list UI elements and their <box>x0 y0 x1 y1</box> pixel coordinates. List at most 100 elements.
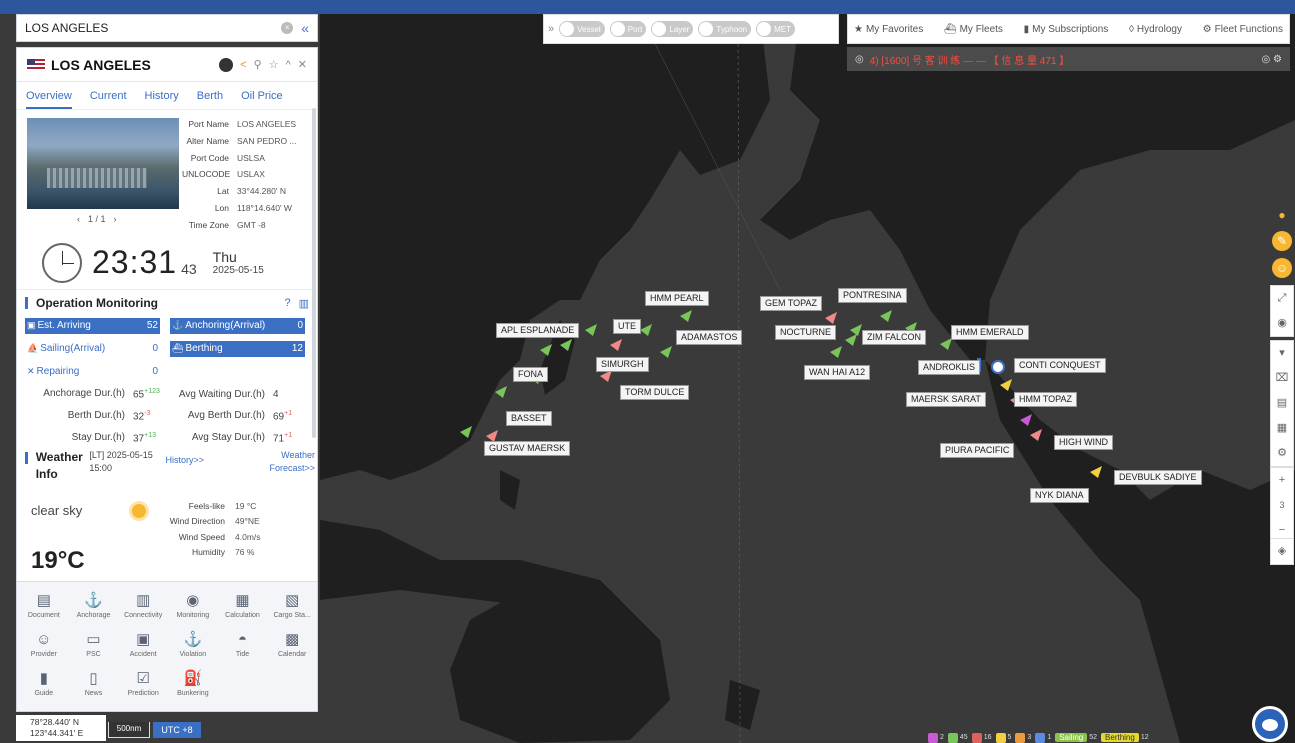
vessel-label[interactable]: ANDROKLIS <box>918 360 981 375</box>
toggle-vessel[interactable]: Vessel <box>559 21 605 37</box>
collapse-panel-icon[interactable]: « <box>301 20 309 36</box>
expand-icon[interactable]: » <box>548 23 554 35</box>
measure-icon[interactable]: ⌧ <box>1276 366 1289 391</box>
tool-monitoring[interactable]: ◉ Monitoring <box>168 586 218 625</box>
toggle-typhoon[interactable]: Typhoon <box>698 21 752 37</box>
utc-button[interactable]: UTC +8 <box>153 722 201 738</box>
vessel-label[interactable]: NYK DIANA <box>1030 488 1089 503</box>
vessel-label[interactable]: HMM PEARL <box>645 291 709 306</box>
vessel-label[interactable]: FONA <box>513 367 549 382</box>
vessel-label[interactable]: GUSTAV MAERSK <box>484 441 571 456</box>
vessel-label[interactable]: APL ESPLANADE <box>496 323 580 338</box>
tool-news[interactable]: ▯ News <box>69 664 119 703</box>
tool-calendar[interactable]: ▩ Calendar <box>267 625 317 664</box>
tool-accident[interactable]: ▣ Accident <box>118 625 168 664</box>
legend-count[interactable]: 45 <box>947 732 968 743</box>
vessel-label[interactable]: SIMURGH <box>596 357 649 372</box>
op-anchoring-arrival[interactable]: ⚓ Anchoring(Arrival) 0 <box>170 317 305 334</box>
toggle-met[interactable]: MET <box>756 21 795 37</box>
notice-controls-icon[interactable]: ◎ ⚙ <box>1262 54 1282 65</box>
vessel-label[interactable]: PIURA PACIFIC <box>940 443 1015 458</box>
zoom-in-button[interactable]: + <box>1279 468 1285 493</box>
nav-my-subscriptions[interactable]: ▮ My Subscriptions <box>1024 24 1109 35</box>
vessel-label[interactable]: HIGH WIND <box>1054 435 1113 450</box>
prev-photo-icon[interactable]: ‹ <box>77 214 80 224</box>
lightbulb-icon[interactable]: ● <box>1272 205 1292 225</box>
vessel-label[interactable]: CONTI CONQUEST <box>1014 358 1106 373</box>
vessel-label[interactable]: WAN HAI A12 <box>804 365 871 380</box>
tool-tide[interactable]: ◓ Tide <box>218 625 268 664</box>
chat-icon[interactable]: ✎ <box>1272 231 1292 251</box>
nav-my-favorites[interactable]: ★ My Favorites <box>854 24 923 35</box>
notice-bar[interactable]: ◎ 4) [1600] 号 客 训 练 — — 【 信 息 量 471 】 ◎ … <box>847 47 1290 71</box>
nav-hydrology[interactable]: ◊ Hydrology <box>1129 24 1182 35</box>
vessel-label[interactable]: TORM DULCE <box>620 385 690 400</box>
vessel-label[interactable]: ZIM FALCON <box>862 330 927 345</box>
tab-overview[interactable]: Overview <box>26 90 72 109</box>
table-icon[interactable]: ▦ <box>1277 416 1287 441</box>
vessel-label[interactable]: HMM TOPAZ <box>1014 392 1078 407</box>
toggle-port[interactable]: Port <box>609 21 647 37</box>
vessel-label[interactable]: GEM TOPAZ <box>760 296 823 311</box>
search-bar[interactable]: LOS ANGELES × « <box>16 14 318 42</box>
nav-my-fleets[interactable]: ⛴ My Fleets <box>944 24 1003 35</box>
tool-psc[interactable]: ▭ PSC <box>69 625 119 664</box>
port-marker-los-angeles[interactable] <box>991 360 1005 374</box>
port-photo[interactable] <box>27 118 179 209</box>
weather-forecast-link[interactable]: Weather Forecast>> <box>242 449 315 475</box>
vessel-label[interactable]: HMM EMERALD <box>951 325 1029 340</box>
legend-count[interactable]: 5 <box>995 732 1011 743</box>
tool-calculation[interactable]: ▦ Calculation <box>218 586 268 625</box>
op-repairing[interactable]: ✕ Repairing 0 <box>25 364 160 380</box>
tab-oil-price[interactable]: Oil Price <box>241 90 283 109</box>
panel-scrollbar[interactable] <box>312 108 316 438</box>
layers-icon[interactable]: ▤ <box>1277 391 1287 416</box>
ruler-icon[interactable]: ▾ <box>1279 341 1285 366</box>
service-icon[interactable]: ☺ <box>1272 258 1292 278</box>
assistant-avatar[interactable] <box>1252 706 1288 742</box>
legend-count[interactable]: 3 <box>1015 732 1031 743</box>
vessel-label[interactable]: NOCTURNE <box>775 325 836 340</box>
tool-document[interactable]: ▤ Document <box>19 586 69 625</box>
vessel-label[interactable]: BASSET <box>506 411 552 426</box>
tab-berth[interactable]: Berth <box>197 90 223 109</box>
share-icon[interactable]: < <box>240 59 246 71</box>
tool-connectivity[interactable]: ▥ Connectivity <box>118 586 168 625</box>
vessel-label[interactable]: PONTRESINA <box>838 288 907 303</box>
tool-guide[interactable]: ▮ Guide <box>19 664 69 703</box>
chevron-up-icon[interactable]: ^ <box>286 59 291 71</box>
vessel-label[interactable]: MAERSK SARAT <box>906 392 986 407</box>
tool-prediction[interactable]: ☑ Prediction <box>118 664 168 703</box>
tab-current[interactable]: Current <box>90 90 127 109</box>
nav-fleet-functions[interactable]: ⚙ Fleet Functions <box>1203 24 1283 35</box>
next-photo-icon[interactable]: › <box>114 214 117 224</box>
vessel-label[interactable]: DEVBULK SADIYE <box>1114 470 1202 485</box>
settings-icon[interactable]: ⚙ <box>1277 441 1287 466</box>
pin-icon[interactable]: ⚲ <box>254 58 262 71</box>
search-input[interactable]: LOS ANGELES <box>25 21 281 35</box>
close-icon[interactable]: ✕ <box>298 58 307 71</box>
clear-icon[interactable]: × <box>281 22 294 34</box>
legend-count[interactable]: 1 <box>1035 732 1051 743</box>
fullscreen-icon[interactable]: ⤢ <box>1278 286 1287 311</box>
star-icon[interactable]: ☆ <box>269 58 279 71</box>
legend-sailing[interactable]: Sailing 52 <box>1055 733 1097 742</box>
tool-bunkering[interactable]: ⛽ Bunkering <box>168 664 218 703</box>
tool-violation[interactable]: ⚓ Violation <box>168 625 218 664</box>
tool-anchorage[interactable]: ⚓ Anchorage <box>69 586 119 625</box>
tab-history[interactable]: History <box>145 90 179 109</box>
eye-icon[interactable]: ◉ <box>1277 311 1287 336</box>
toggle-layer[interactable]: Layer <box>651 21 694 37</box>
legend-count[interactable]: 2 <box>928 732 944 743</box>
weather-history-link[interactable]: History>> <box>166 455 242 465</box>
legend-berthing[interactable]: Berthing 12 <box>1101 733 1149 742</box>
op-sailing-arrival[interactable]: ⛵ Sailing(Arrival) 0 <box>25 341 160 357</box>
legend-count[interactable]: 16 <box>971 732 992 743</box>
globe-icon[interactable] <box>219 57 234 72</box>
help-icon[interactable]: ? <box>284 297 290 309</box>
op-berthing[interactable]: ⛴ Berthing 12 <box>170 340 305 357</box>
op-est-arriving[interactable]: ▣ Est. Arriving 52 <box>25 317 160 334</box>
tool-cargo-sta[interactable]: ▧ Cargo Sta... <box>267 586 317 625</box>
tool-provider[interactable]: ☺ Provider <box>19 625 69 664</box>
compass-icon[interactable]: ◈ <box>1278 539 1286 564</box>
